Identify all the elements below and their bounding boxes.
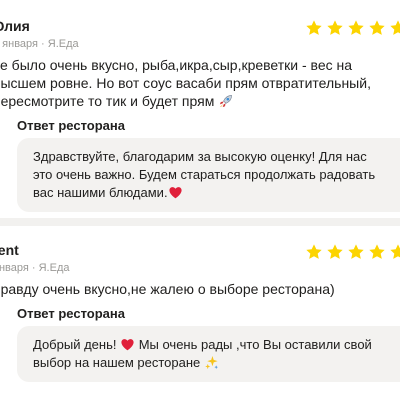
heart-emoji-icon: [120, 337, 135, 352]
star-icon: [306, 244, 322, 259]
star-icon: [348, 244, 364, 259]
rocket-emoji-icon: [218, 94, 233, 109]
star-icon: [348, 20, 364, 35]
restaurant-response: Добрый день! Мы очень рады ,что Вы остав…: [17, 326, 400, 382]
response-text: Добрый день!: [33, 337, 117, 352]
sparkles-emoji-icon: [204, 355, 219, 370]
star-icon: [369, 20, 385, 35]
review-card: Юлия 0 января · Я.Еда се было очень вкус…: [0, 0, 400, 218]
star-icon: [327, 20, 343, 35]
review-source: Я.Еда: [38, 262, 70, 274]
response-title: Ответ ресторана: [17, 306, 125, 321]
star-icon: [306, 20, 322, 35]
rating-stars: [305, 19, 400, 37]
review-text: се было очень вкусно, рыба,икра,сыр,крев…: [0, 56, 397, 110]
review-text: правду очень вкусно,не жалею о выборе ре…: [0, 281, 335, 297]
star-icon: [369, 244, 385, 259]
review-author: Юлия: [0, 18, 30, 34]
star-icon: [390, 20, 400, 35]
star-icon: [327, 244, 343, 259]
star-icon: [390, 244, 400, 259]
response-text: Здравствуйте, благодарим за высокую оцен…: [33, 149, 376, 200]
rating-stars: [305, 243, 400, 261]
restaurant-response: Здравствуйте, благодарим за высокую оцен…: [17, 138, 400, 212]
heart-emoji-icon: [168, 185, 183, 200]
review-divider: [0, 218, 400, 226]
review-meta: января · Я.Еда: [0, 262, 69, 274]
review-author: lient: [0, 242, 19, 258]
review-source: Я.Еда: [47, 38, 79, 50]
review-card: lient января · Я.Еда правду очень вкусно…: [0, 226, 400, 400]
review-date: января: [0, 262, 29, 274]
review-text-content: се было очень вкусно, рыба,икра,сыр,крев…: [0, 57, 371, 109]
review-meta: 0 января · Я.Еда: [0, 38, 79, 50]
review-date: 0 января: [0, 38, 38, 50]
response-title: Ответ ресторана: [17, 118, 125, 133]
